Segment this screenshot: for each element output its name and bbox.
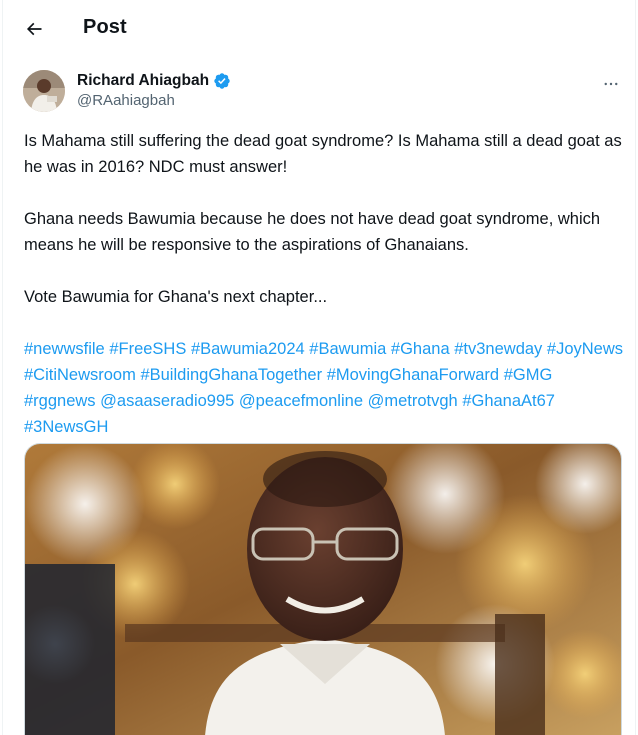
hashtag-link[interactable]: #FreeSHS [109, 340, 186, 358]
back-button[interactable] [19, 14, 49, 44]
page-title: Post [83, 16, 127, 38]
author-handle[interactable]: @RAahiagbah [77, 92, 175, 109]
tweet-paragraph: Is Mahama still suffering the dead goat … [24, 132, 622, 176]
mention-link[interactable]: @metrotvgh [368, 392, 458, 410]
hashtag-link[interactable]: #3NewsGH [24, 418, 108, 436]
more-options-icon [604, 82, 618, 86]
avatar[interactable] [23, 70, 65, 112]
hashtag-list: #newwsfile #FreeSHS #Bawumia2024 #Bawumi… [24, 336, 624, 440]
author-name[interactable]: Richard Ahiagbah [77, 72, 209, 90]
hashtag-link[interactable]: #MovingGhanaForward [327, 366, 499, 384]
hashtag-link[interactable]: #CitiNewsroom [24, 366, 136, 384]
hashtag-link[interactable]: #Bawumia2024 [191, 340, 305, 358]
tweet-text: Is Mahama still suffering the dead goat … [24, 128, 624, 440]
hashtag-link[interactable]: #GhanaAt67 [462, 392, 555, 410]
hashtag-link[interactable]: #tv3newday [454, 340, 542, 358]
hashtag-link[interactable]: #GMG [504, 366, 553, 384]
tweet-paragraph: Ghana needs Bawumia because he does not … [24, 210, 601, 254]
mention-link[interactable]: @peacefmonline [239, 392, 363, 410]
post-header: Post [3, 0, 635, 58]
hashtag-link[interactable]: #JoyNews [547, 340, 623, 358]
author-row: Richard Ahiagbah @RAahiagbah [23, 68, 623, 116]
back-arrow-icon [26, 22, 42, 36]
hashtag-link[interactable]: #BuildingGhanaTogether [140, 366, 322, 384]
tweet-paragraph: Vote Bawumia for Ghana's next chapter... [24, 288, 328, 306]
more-options-button[interactable] [599, 72, 623, 96]
hashtag-link[interactable]: #rggnews [24, 392, 96, 410]
tweet-photo[interactable] [24, 443, 622, 735]
mention-link[interactable]: @asaaseradio995 [100, 392, 234, 410]
author-name-wrap: Richard Ahiagbah [77, 72, 231, 90]
hashtag-link[interactable]: #Bawumia [309, 340, 386, 358]
post-page: Post Richard Ahiagbah @RAahiagbah Is Mah… [2, 0, 636, 735]
hashtag-link[interactable]: #newwsfile [24, 340, 105, 358]
verified-badge-icon [214, 73, 230, 89]
hashtag-link[interactable]: #Ghana [391, 340, 450, 358]
